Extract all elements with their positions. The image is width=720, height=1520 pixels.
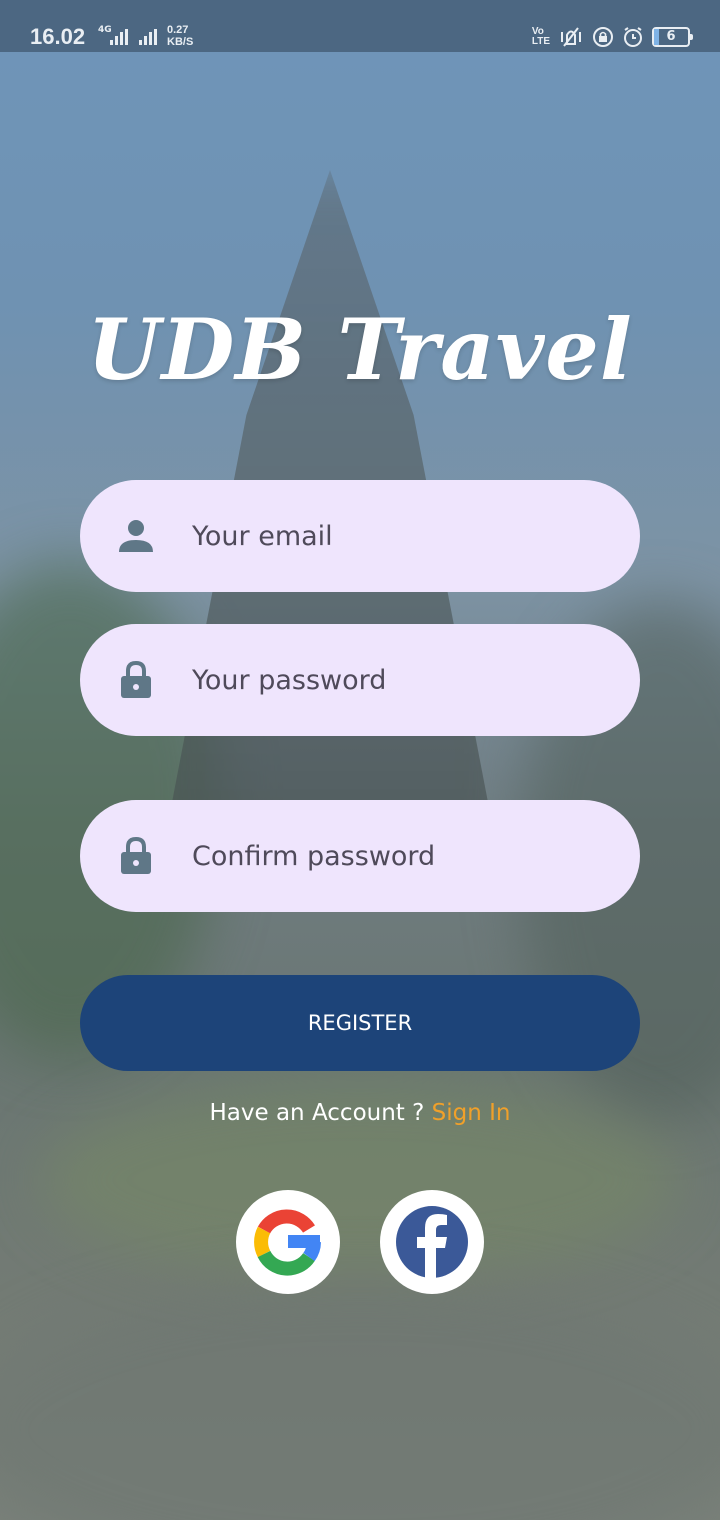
confirm-password-field[interactable] [80, 800, 640, 912]
facebook-sign-in-button[interactable] [380, 1190, 484, 1294]
speed-value: 0.27 [167, 24, 189, 36]
signal-icon [139, 29, 157, 45]
battery-icon: 6 [652, 27, 693, 47]
confirm-password-input[interactable] [192, 830, 612, 882]
app-title: UDB Travel [87, 300, 633, 399]
email-field[interactable] [80, 480, 640, 592]
status-icons: Vo LTE 6 [532, 24, 693, 50]
password-field[interactable] [80, 624, 640, 736]
volte-bottom: LTE [531, 36, 550, 47]
account-prompt-text: Have an Account ? [209, 1100, 432, 1126]
email-input[interactable] [192, 510, 612, 562]
google-sign-in-button[interactable] [236, 1190, 340, 1294]
network-speed: 0.27 KB/S [167, 24, 193, 48]
password-input[interactable] [192, 654, 612, 706]
register-button[interactable]: REGISTER [80, 975, 640, 1071]
person-icon [119, 520, 153, 552]
register-screen: 16.02 4G 0.27 KB/S Vo LTE 6 UDB Travel Y… [0, 0, 720, 1520]
status-bar: 16.02 4G 0.27 KB/S Vo LTE 6 [0, 0, 720, 52]
speed-unit: KB/S [167, 36, 194, 48]
lock-icon [121, 836, 151, 874]
rotation-lock-icon [593, 27, 613, 47]
lock-icon [121, 660, 151, 698]
signal-icon [110, 29, 128, 45]
volte-icon: Vo LTE [532, 27, 550, 47]
vibrate-icon [561, 27, 581, 47]
alarm-icon [624, 27, 642, 47]
google-icon [254, 1209, 321, 1276]
sign-in-link[interactable]: Sign In [432, 1100, 511, 1126]
background-blur [0, 1280, 720, 1520]
status-time: 16.02 [30, 24, 86, 49]
facebook-icon [396, 1206, 468, 1278]
account-prompt: Have an Account ? Sign In [0, 1100, 720, 1126]
